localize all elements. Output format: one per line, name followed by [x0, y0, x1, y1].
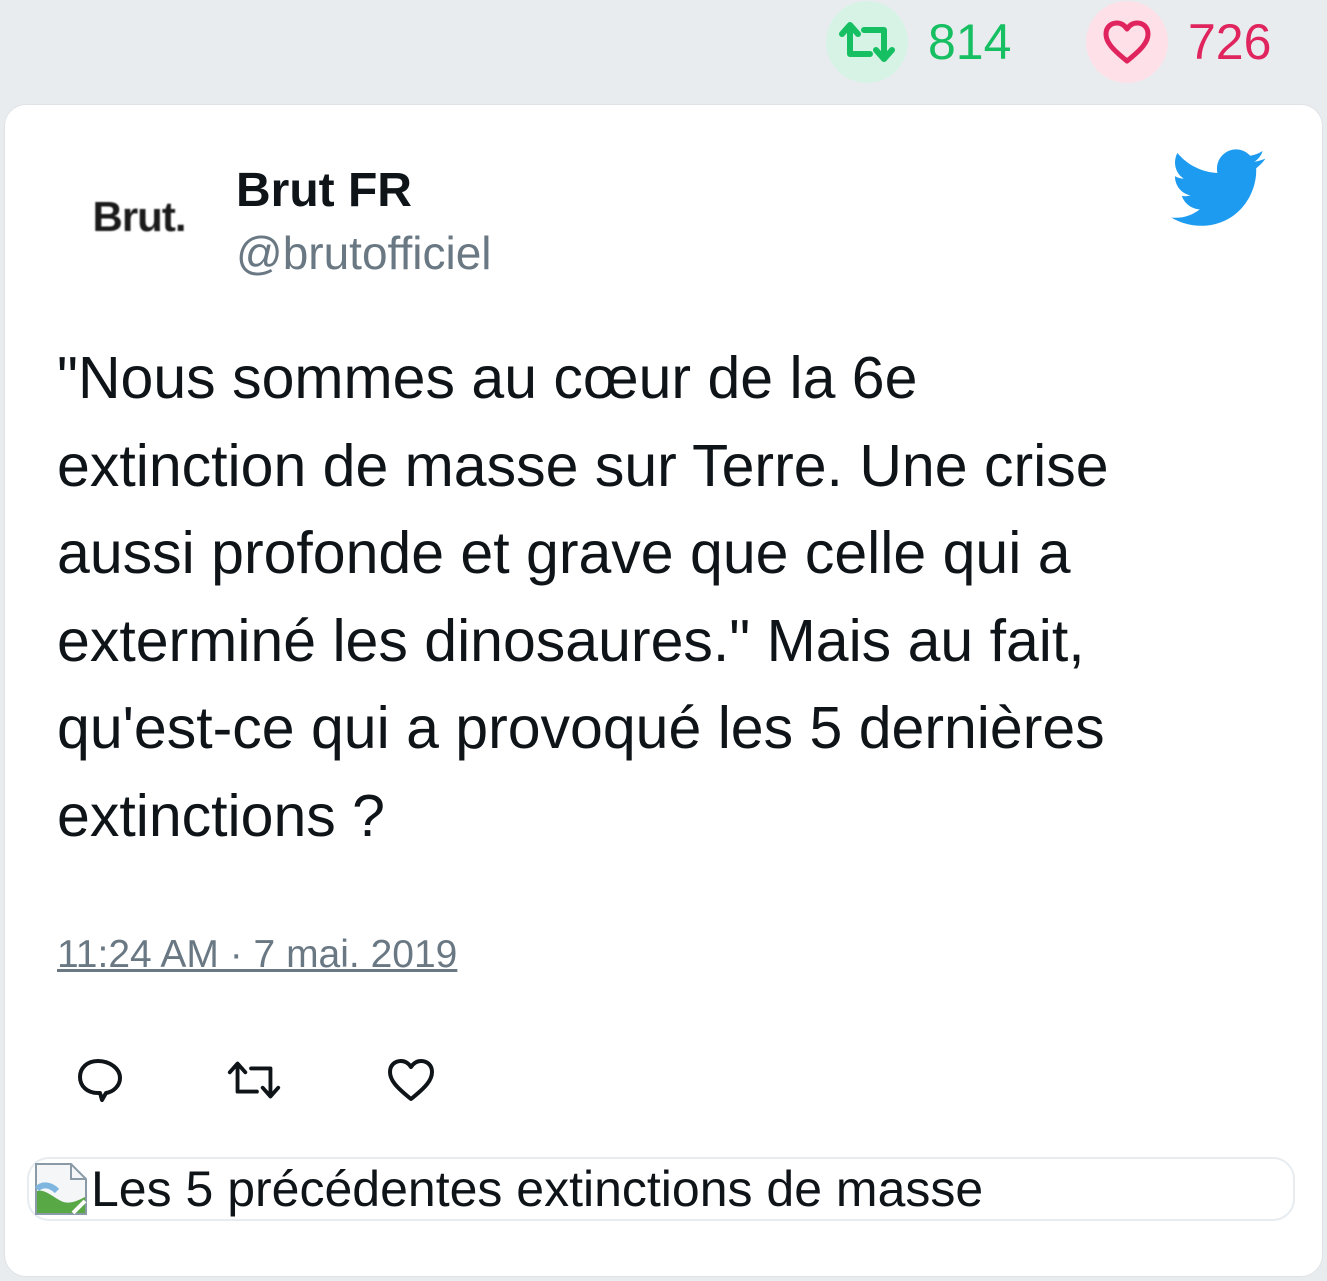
retweet-stat[interactable]: 814 [826, 1, 1012, 83]
engagement-bar: 814 726 [0, 0, 1327, 100]
avatar[interactable]: Brut. [79, 189, 199, 245]
link-preview-title: Les 5 précédentes extinctions de masse [91, 1161, 984, 1217]
broken-image-icon [34, 1163, 87, 1215]
like-stat[interactable]: 726 [1086, 1, 1272, 83]
avatar-logo-text: Brut. [92, 193, 187, 240]
retweet-icon[interactable] [826, 1, 908, 83]
tweet-card: Brut. Brut FR @brutofficiel "Nous sommes… [4, 104, 1323, 1277]
retweet-action-icon[interactable] [224, 1050, 284, 1110]
retweet-count: 814 [928, 14, 1012, 70]
tweet-text: "Nous sommes au cœur de la 6e extinction… [57, 345, 1109, 849]
author-handle[interactable]: @brutofficiel [236, 230, 492, 276]
reply-icon[interactable] [71, 1050, 131, 1110]
like-count: 726 [1188, 14, 1272, 70]
author-name[interactable]: Brut FR [236, 167, 412, 215]
link-preview[interactable]: Les 5 précédentes extinctions de masse [27, 1157, 1295, 1221]
heart-icon[interactable] [1086, 1, 1168, 83]
tweet-timestamp[interactable]: 11:24 AM · 7 mai. 2019 [57, 935, 457, 974]
like-action-icon[interactable] [381, 1050, 441, 1110]
twitter-bird-icon[interactable] [1171, 149, 1267, 229]
